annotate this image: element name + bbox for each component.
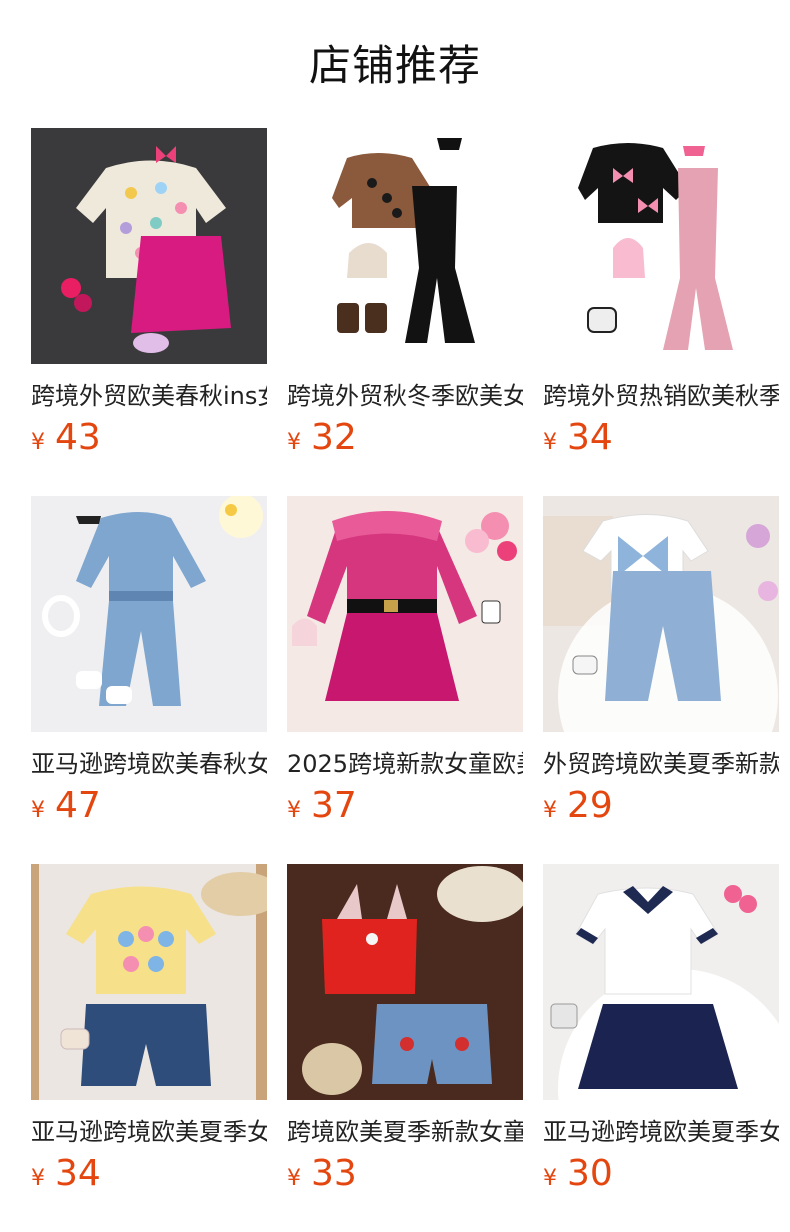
page: 店铺推荐 跨境外贸欧美春秋ins女童套装 ¥43: [0, 0, 790, 1232]
product-price: ¥43: [31, 416, 101, 460]
price-value: 37: [311, 785, 357, 826]
product-image[interactable]: [287, 864, 523, 1100]
product-name[interactable]: 跨境外贸热销欧美秋季女童套装: [543, 380, 779, 412]
product-price: ¥37: [287, 784, 357, 828]
product-card[interactable]: 外贸跨境欧美夏季新款女童套装 ¥29: [543, 496, 779, 836]
product-price: ¥33: [287, 1152, 357, 1196]
product-name[interactable]: 2025跨境新款女童欧美套装: [287, 748, 523, 780]
currency-symbol: ¥: [543, 798, 557, 823]
product-name[interactable]: 跨境外贸秋冬季欧美女童套装: [287, 380, 523, 412]
product-name[interactable]: 跨境欧美夏季新款女童套装: [287, 1116, 523, 1148]
product-card[interactable]: 亚马逊跨境欧美夏季女童套装 ¥30: [543, 864, 779, 1204]
price-value: 30: [567, 1153, 613, 1194]
product-card[interactable]: 亚马逊跨境欧美春秋女童牛仔连体衣 ¥47: [31, 496, 267, 836]
product-image[interactable]: [543, 496, 779, 732]
product-image[interactable]: [31, 128, 267, 364]
price-value: 32: [311, 417, 357, 458]
product-name[interactable]: 外贸跨境欧美夏季新款女童套装: [543, 748, 779, 780]
product-price: ¥47: [31, 784, 101, 828]
product-image[interactable]: [543, 864, 779, 1100]
product-price: ¥34: [543, 416, 613, 460]
currency-symbol: ¥: [31, 798, 45, 823]
product-name[interactable]: 跨境外贸欧美春秋ins女童套装: [31, 380, 267, 412]
product-card[interactable]: 2025跨境新款女童欧美套装 ¥37: [287, 496, 523, 836]
price-value: 43: [55, 417, 101, 458]
price-value: 47: [55, 785, 101, 826]
product-price: ¥29: [543, 784, 613, 828]
currency-symbol: ¥: [543, 1166, 557, 1191]
product-image[interactable]: [31, 496, 267, 732]
currency-symbol: ¥: [31, 1166, 45, 1191]
product-image[interactable]: [543, 128, 779, 364]
product-image[interactable]: [31, 864, 267, 1100]
product-card[interactable]: 跨境欧美夏季新款女童套装 ¥33: [287, 864, 523, 1204]
price-value: 34: [567, 417, 613, 458]
product-card[interactable]: 跨境外贸秋冬季欧美女童套装 ¥32: [287, 128, 523, 468]
currency-symbol: ¥: [287, 1166, 301, 1191]
product-image[interactable]: [287, 128, 523, 364]
price-value: 29: [567, 785, 613, 826]
currency-symbol: ¥: [31, 430, 45, 455]
product-name[interactable]: 亚马逊跨境欧美夏季女童套装: [543, 1116, 779, 1148]
currency-symbol: ¥: [543, 430, 557, 455]
price-value: 34: [55, 1153, 101, 1194]
product-card[interactable]: 跨境外贸热销欧美秋季女童套装 ¥34: [543, 128, 779, 468]
currency-symbol: ¥: [287, 798, 301, 823]
currency-symbol: ¥: [287, 430, 301, 455]
product-price: ¥32: [287, 416, 357, 460]
product-name[interactable]: 亚马逊跨境欧美夏季女童套装: [31, 1116, 267, 1148]
product-price: ¥34: [31, 1152, 101, 1196]
product-image[interactable]: [287, 496, 523, 732]
product-card[interactable]: 亚马逊跨境欧美夏季女童套装 ¥34: [31, 864, 267, 1204]
price-value: 33: [311, 1153, 357, 1194]
section-title: 店铺推荐: [308, 41, 481, 90]
product-price: ¥30: [543, 1152, 613, 1196]
product-card[interactable]: 跨境外贸欧美春秋ins女童套装 ¥43: [31, 128, 267, 468]
product-name[interactable]: 亚马逊跨境欧美春秋女童牛仔连体衣: [31, 748, 267, 780]
